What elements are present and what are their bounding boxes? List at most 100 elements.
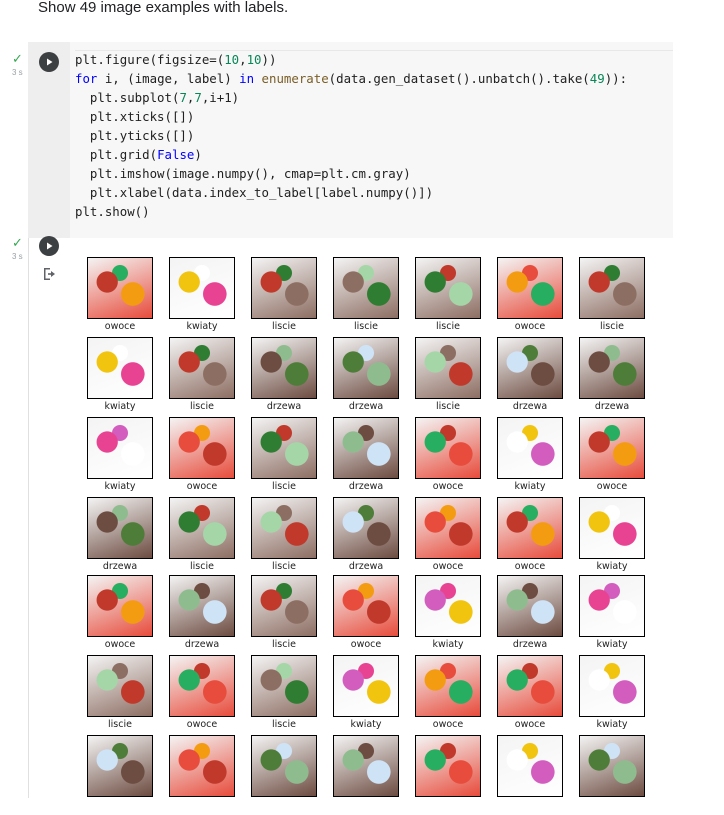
image-label: liscie: [436, 321, 460, 332]
image-tile-kwiaty: [497, 735, 563, 797]
cell-success-icon: ✓: [12, 52, 23, 67]
image-tile-owoce: [415, 655, 481, 717]
code-line: for i, (image, label) in enumerate(data.…: [75, 71, 628, 86]
image-label: drzewa: [594, 401, 630, 412]
image-tile-liscie: [251, 497, 317, 559]
image-tile-owoce: [497, 497, 563, 559]
image-tile-liscie: [415, 337, 481, 399]
image-label: owoce: [186, 481, 218, 492]
image-tile-liscie: [169, 497, 235, 559]
code-line: plt.xlabel(data.index_to_label[label.num…: [75, 185, 434, 200]
image-tile-owoce: [169, 655, 235, 717]
image-label: owoce: [186, 719, 218, 730]
image-tile-drzewa: [333, 337, 399, 399]
image-tile-drzewa: [169, 575, 235, 637]
scroll-cutoff: [0, 798, 724, 815]
image-tile-kwiaty: [169, 257, 235, 319]
image-label: kwiaty: [596, 719, 628, 730]
image-tile-kwiaty: [87, 337, 153, 399]
image-label: liscie: [272, 561, 296, 572]
image-label: kwiaty: [596, 561, 628, 572]
image-tile-owoce: [169, 735, 235, 797]
image-label: liscie: [272, 481, 296, 492]
image-label: liscie: [354, 321, 378, 332]
image-tile-kwiaty: [579, 575, 645, 637]
code-line: plt.grid(False): [75, 147, 202, 162]
code-line: plt.yticks([]): [75, 128, 195, 143]
image-label: liscie: [190, 401, 214, 412]
image-tile-drzewa: [497, 575, 563, 637]
image-tile-drzewa: [497, 337, 563, 399]
image-label: owoce: [350, 639, 382, 650]
image-tile-liscie: [415, 257, 481, 319]
image-tile-kwiaty: [333, 655, 399, 717]
image-label: drzewa: [184, 639, 220, 650]
image-tile-drzewa: [333, 497, 399, 559]
image-tile-liscie: [251, 655, 317, 717]
image-tile-liscie: [251, 575, 317, 637]
image-tile-owoce: [415, 735, 481, 797]
image-tile-liscie: [87, 655, 153, 717]
image-label: liscie: [272, 321, 296, 332]
image-label: kwiaty: [514, 481, 546, 492]
image-label: owoce: [104, 639, 136, 650]
output-success-icon: ✓: [12, 236, 23, 251]
image-label: owoce: [514, 561, 546, 572]
image-tile-owoce: [87, 257, 153, 319]
image-label: liscie: [190, 561, 214, 572]
image-label: owoce: [432, 719, 464, 730]
image-label: kwiaty: [186, 321, 218, 332]
markdown-heading: Show 49 image examples with labels.: [38, 0, 289, 16]
image-label: kwiaty: [596, 639, 628, 650]
image-tile-drzewa: [251, 735, 317, 797]
code-cell[interactable]: plt.figure(figsize=(10,10)) for i, (imag…: [28, 42, 673, 238]
image-label: liscie: [108, 719, 132, 730]
output-action-icon[interactable]: [42, 266, 58, 282]
code-line: plt.imshow(image.numpy(), cmap=plt.cm.gr…: [75, 166, 411, 181]
run-cell-button[interactable]: [39, 52, 59, 72]
image-tile-kwiaty: [87, 417, 153, 479]
image-label: kwiaty: [432, 639, 464, 650]
image-tile-kwiaty: [579, 655, 645, 717]
image-tile-liscie: [251, 417, 317, 479]
play-icon: [47, 242, 53, 250]
image-tile-kwiaty: [415, 575, 481, 637]
image-tile-owoce: [497, 655, 563, 717]
image-label: drzewa: [348, 401, 384, 412]
image-label: owoce: [432, 561, 464, 572]
code-editor[interactable]: plt.figure(figsize=(10,10)) for i, (imag…: [75, 50, 627, 221]
image-tile-drzewa: [333, 735, 399, 797]
image-tile-drzewa: [87, 735, 153, 797]
image-tile-liscie: [251, 257, 317, 319]
code-line: plt.xticks([]): [75, 109, 195, 124]
image-label: kwiaty: [350, 719, 382, 730]
image-label: liscie: [600, 321, 624, 332]
image-label: drzewa: [348, 561, 384, 572]
image-tile-liscie: [579, 257, 645, 319]
image-tile-drzewa: [579, 337, 645, 399]
image-label: owoce: [432, 481, 464, 492]
image-label: owoce: [104, 321, 136, 332]
output-run-button[interactable]: [39, 236, 59, 256]
output-duration: 3 s: [12, 252, 23, 261]
code-line: plt.figure(figsize=(10,10)): [75, 52, 277, 67]
image-label: kwiaty: [104, 401, 136, 412]
image-tile-kwiaty: [579, 497, 645, 559]
image-tile-owoce: [169, 417, 235, 479]
image-label: kwiaty: [104, 481, 136, 492]
image-label: owoce: [514, 321, 546, 332]
image-tile-owoce: [415, 497, 481, 559]
editor-top-border: [75, 50, 673, 51]
image-label: owoce: [596, 481, 628, 492]
image-label: liscie: [436, 401, 460, 412]
image-tile-owoce: [415, 417, 481, 479]
image-tile-owoce: [497, 257, 563, 319]
image-label: drzewa: [512, 639, 548, 650]
image-tile-owoce: [579, 417, 645, 479]
play-icon: [47, 58, 53, 66]
image-label: owoce: [514, 719, 546, 730]
image-tile-kwiaty: [497, 417, 563, 479]
image-tile-drzewa: [251, 337, 317, 399]
image-label: drzewa: [512, 401, 548, 412]
image-tile-drzewa: [579, 735, 645, 797]
